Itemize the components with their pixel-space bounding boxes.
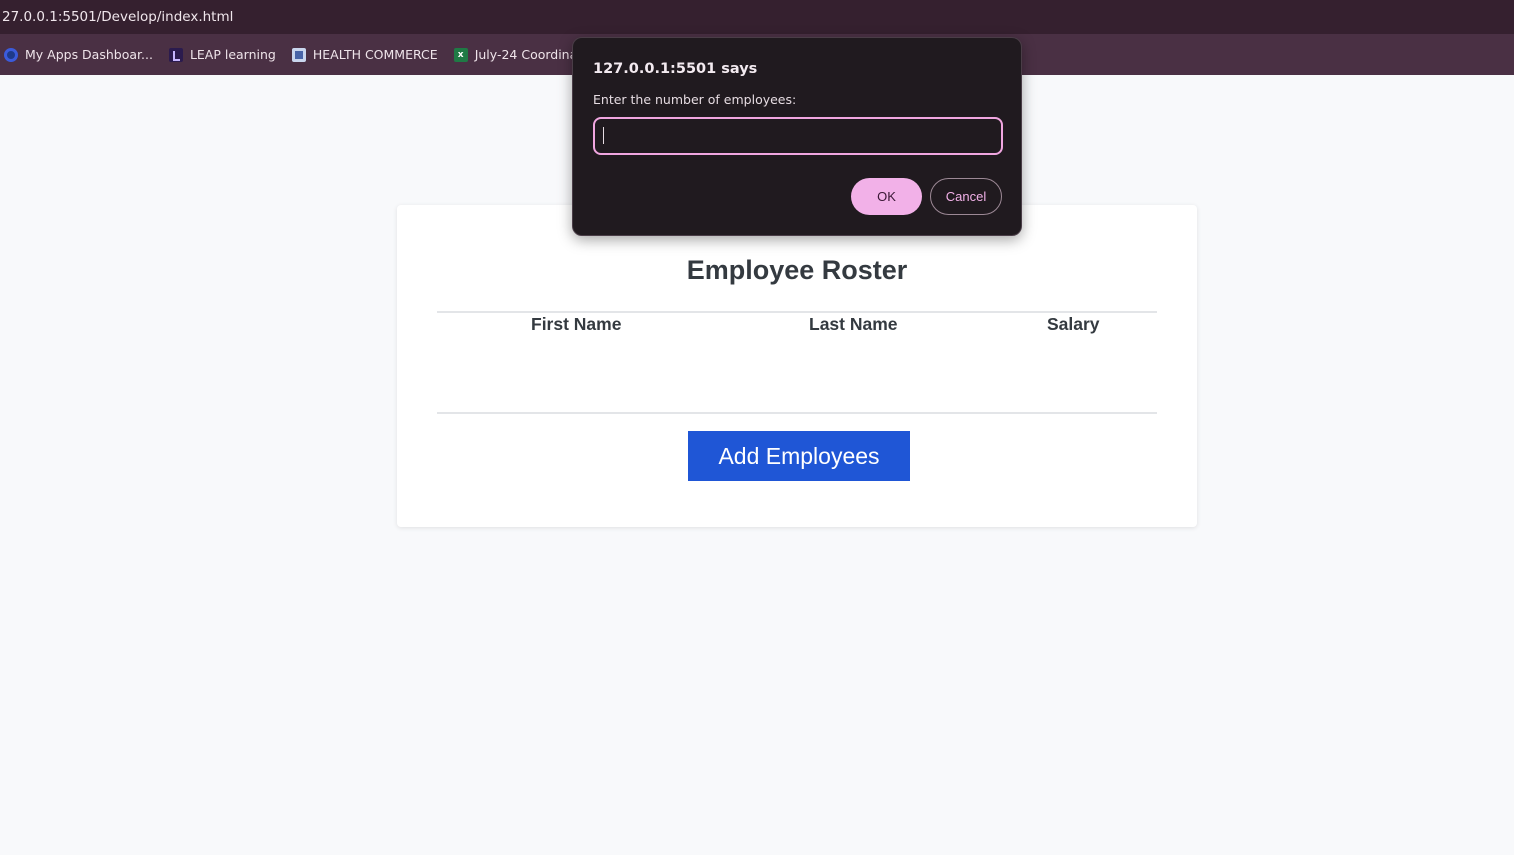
- health-commerce-icon: [291, 47, 306, 62]
- column-header-first-name: First Name: [531, 314, 622, 334]
- excel-icon: x: [453, 47, 468, 62]
- dialog-title: 127.0.0.1:5501 says: [593, 61, 758, 77]
- ok-button[interactable]: OK: [851, 178, 922, 215]
- table-top-divider: [437, 311, 1157, 313]
- prompt-dialog: 127.0.0.1:5501 says Enter the number of …: [572, 37, 1022, 236]
- leap-icon: [168, 47, 183, 62]
- address-bar[interactable]: 27.0.0.1:5501/Develop/index.html: [0, 0, 1514, 34]
- column-header-last-name: Last Name: [809, 314, 898, 334]
- employee-roster-card: Employee Roster First Name Last Name Sal…: [397, 205, 1197, 527]
- bookmark-label: HEALTH COMMERCE: [312, 47, 438, 62]
- table-bottom-divider: [437, 412, 1157, 414]
- apps-dashboard-icon: [4, 47, 18, 62]
- text-caret: [603, 127, 604, 144]
- cancel-button[interactable]: Cancel: [930, 178, 1002, 215]
- dialog-message: Enter the number of employees:: [593, 92, 797, 107]
- add-employees-button[interactable]: Add Employees: [688, 431, 910, 481]
- column-header-salary: Salary: [1047, 314, 1100, 334]
- employee-count-input[interactable]: [593, 117, 1003, 155]
- bookmark-leap-learning[interactable]: LEAP learning: [168, 41, 276, 69]
- bookmark-my-apps[interactable]: My Apps Dashboar...: [4, 41, 153, 69]
- page-title: Employee Roster: [686, 255, 908, 285]
- bookmark-label: My Apps Dashboar...: [25, 47, 153, 62]
- bookmark-health-commerce[interactable]: HEALTH COMMERCE: [291, 41, 438, 69]
- bookmark-label: LEAP learning: [189, 47, 276, 62]
- url-text: 27.0.0.1:5501/Develop/index.html: [2, 9, 234, 25]
